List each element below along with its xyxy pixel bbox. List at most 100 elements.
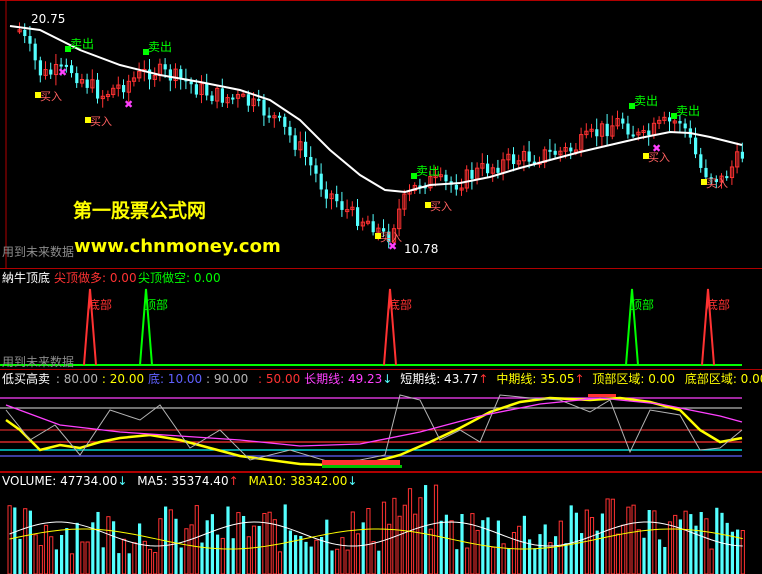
candle-body <box>189 81 193 85</box>
volume-bar <box>699 512 703 574</box>
candle-body <box>231 97 235 100</box>
volume-bar <box>439 520 443 574</box>
mid-term-line: 中期线: 35.05 <box>496 372 575 386</box>
volume-bar <box>184 528 189 574</box>
volume-bar <box>694 525 698 574</box>
volume-bar <box>142 540 147 574</box>
spike-label: 底部 <box>88 297 112 312</box>
volume-bar <box>387 523 392 574</box>
cross-marker: ✖ <box>58 66 67 79</box>
volume-bar <box>366 508 371 574</box>
volume-bar <box>371 541 376 574</box>
volume-bar <box>610 498 615 574</box>
candle-body <box>647 130 651 136</box>
volume-bar <box>272 519 277 574</box>
volume-bar <box>320 537 324 574</box>
top-zone-value: 顶部区域: 0.00 <box>592 372 675 386</box>
ma10-value: MA10: 38342.00 <box>248 474 348 488</box>
volume-bar <box>80 541 85 574</box>
volume-bar <box>65 528 69 574</box>
candle-body <box>704 167 708 178</box>
short-term-arrow: ↑ <box>478 372 489 386</box>
watermark-title: 第一股票公式网 <box>73 200 207 222</box>
candle-body <box>335 193 339 202</box>
candle-body <box>23 29 27 37</box>
volume-bar <box>205 520 209 574</box>
volume-bar <box>210 514 214 574</box>
candle-body <box>470 169 474 179</box>
oscillator-v4: : 90.00 <box>206 372 249 386</box>
candle-body <box>740 151 744 159</box>
volume-bar <box>595 530 599 574</box>
volume-bar <box>49 536 54 574</box>
volume-bar <box>299 535 303 574</box>
volume-bar <box>663 546 667 574</box>
candle-body <box>595 129 599 137</box>
candle-body <box>210 95 214 102</box>
volume-bar <box>361 522 365 574</box>
volume-bar <box>54 549 58 574</box>
top-bottom-indicator-pane[interactable]: 底部 顶部 底部 顶部 底部 納牛顶底 尖顶做多: 0.00 尖顶做空: 0.00 用到… <box>0 269 762 369</box>
volume-bar <box>673 514 678 574</box>
volume-bar <box>709 548 714 574</box>
volume-bar <box>554 536 558 574</box>
volume-bar <box>226 506 230 574</box>
candle-body <box>527 151 531 162</box>
volume-bar <box>647 510 651 574</box>
future-data-note: 用到未来数据 <box>2 355 75 369</box>
volume-bar <box>350 511 355 574</box>
volume-bar <box>444 514 448 574</box>
volume-bar <box>127 553 131 574</box>
volume-bar <box>433 484 439 574</box>
volume-bar <box>345 549 350 574</box>
volume-bar <box>23 508 28 574</box>
buy-label: 买入 <box>430 200 452 213</box>
volume-bar <box>642 537 646 574</box>
volume-bar <box>428 528 433 574</box>
volume-value: VOLUME: 47734.00 <box>2 474 118 488</box>
candle-body <box>548 149 552 152</box>
volume-bar <box>174 518 178 574</box>
oscillator-pane[interactable]: 低买高卖 : 80.00 : 20.00 底: 10.00 : 90.00 : … <box>0 370 762 471</box>
volume-bar <box>220 537 225 574</box>
candle-body <box>246 94 250 106</box>
ma10-arrow: ↓ <box>347 474 358 488</box>
candle-body <box>699 154 703 168</box>
volume-bar <box>75 522 79 574</box>
oscillator-v3: : 10.00 <box>159 372 203 386</box>
candle-body <box>85 79 89 88</box>
volume-bar <box>236 512 241 574</box>
volume-bar <box>636 529 641 574</box>
oscillator-v1: : 80.00 <box>55 372 99 386</box>
candle-body <box>512 154 516 165</box>
volume-bar <box>600 513 604 574</box>
volume-bar <box>589 517 595 574</box>
bottom-zone-value: 底部区域: 0.00 <box>684 372 762 386</box>
volume-bar <box>179 547 183 574</box>
volume-bar <box>138 523 142 574</box>
price-chart-pane[interactable]: 卖出 卖出 卖出 卖出 卖出 买入 买入 买入 买入 买入 买入 ✖ ✖ ✖ ✖ 20.75 10.78 第… <box>0 0 762 268</box>
candle-body <box>205 83 209 96</box>
volume-bar <box>194 505 199 574</box>
candle-body <box>668 117 672 122</box>
volume-pane[interactable]: VOLUME: 47734.00↓ MA5: 35374.40↑ MA10: 3… <box>0 472 762 574</box>
candle-body <box>49 69 53 75</box>
candle-body <box>631 134 635 137</box>
volume-bar <box>283 504 287 574</box>
volume-bar <box>449 520 454 574</box>
volume-bar <box>533 548 537 574</box>
candle-body <box>371 221 375 233</box>
candle-body <box>319 173 323 190</box>
volume-bar <box>730 531 734 574</box>
candle-body <box>454 184 458 190</box>
bottom-zone-bar <box>322 460 400 465</box>
volume-bar <box>465 547 470 574</box>
candle-body <box>148 69 152 80</box>
volume-bar <box>667 521 673 574</box>
price-chart[interactable]: 卖出 卖出卖出卖出卖出买入买入买入买入买入买入✖✖✖✖ <box>0 0 762 268</box>
low-price-label: 10.78 <box>404 242 439 256</box>
mid-term-arrow: ↑ <box>574 372 585 386</box>
watermark-url: www.chnmoney.com <box>74 236 281 257</box>
candle-body <box>444 174 448 182</box>
volume-bar <box>325 519 329 574</box>
